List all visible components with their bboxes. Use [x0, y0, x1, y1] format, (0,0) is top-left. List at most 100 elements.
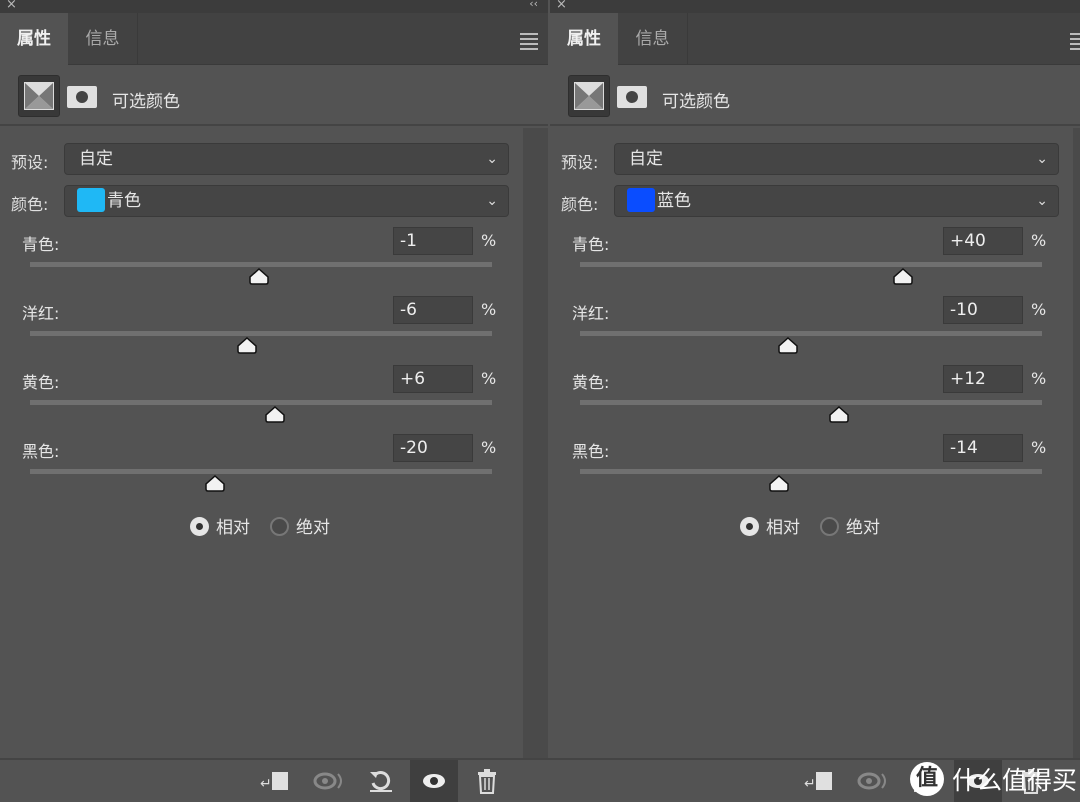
percent-unit: %: [1031, 300, 1047, 319]
color-label: 颜色:: [561, 195, 599, 214]
color-value: 蓝色: [657, 191, 691, 211]
color-dropdown[interactable]: 蓝色 ⌄: [614, 185, 1059, 217]
selective-color-adjustment-icon[interactable]: [568, 75, 610, 117]
radio-button[interactable]: [820, 517, 839, 536]
slider-track[interactable]: [580, 331, 1042, 336]
radio-button[interactable]: [190, 517, 209, 536]
slider-value-input[interactable]: -10: [943, 296, 1023, 324]
radio-button[interactable]: [270, 517, 289, 536]
properties-panel-right: × ‹‹ 属性 信息 可选颜色 预设: 自定 ⌄ 颜色: 蓝色 ⌄ 青色:: [550, 0, 1080, 760]
percent-unit: %: [1031, 438, 1047, 457]
scrollbar[interactable]: [1073, 128, 1080, 760]
slider-value-input[interactable]: -6: [393, 296, 473, 324]
svg-text:↵: ↵: [260, 776, 272, 792]
panel-menu-icon[interactable]: [1070, 33, 1080, 53]
slider-track[interactable]: [30, 469, 492, 474]
selective-color-adjustment-icon[interactable]: [18, 75, 60, 117]
slider-thumb[interactable]: [892, 267, 914, 285]
chevron-down-icon: ⌄: [1036, 151, 1048, 167]
percent-unit: %: [1031, 369, 1047, 388]
radio-label: 绝对: [296, 518, 330, 538]
close-icon[interactable]: ×: [556, 0, 567, 11]
slider-label: 青色:: [22, 235, 60, 254]
slider-track[interactable]: [30, 331, 492, 336]
panel-title-bar: × ‹‹: [550, 0, 1080, 13]
watermark-logo: 值: [910, 762, 944, 796]
slider-label: 黑色:: [572, 442, 610, 461]
slider-label: 洋红:: [572, 304, 610, 323]
slider-value-input[interactable]: -14: [943, 434, 1023, 462]
slider-track[interactable]: [30, 400, 492, 405]
adjustment-header: 可选颜色: [0, 66, 548, 126]
percent-unit: %: [481, 300, 497, 319]
tab-info[interactable]: 信息: [618, 13, 688, 65]
preset-label: 预设:: [11, 153, 49, 172]
slider-thumb[interactable]: [264, 405, 286, 423]
panel-tabs: 属性 信息: [0, 13, 548, 66]
percent-unit: %: [481, 438, 497, 457]
panel-menu-icon[interactable]: [520, 33, 538, 53]
clip-to-layer-icon[interactable]: ↵: [795, 760, 843, 802]
color-label: 颜色:: [11, 195, 49, 214]
chevron-down-icon: ⌄: [486, 193, 498, 209]
slider-thumb[interactable]: [828, 405, 850, 423]
slider-thumb[interactable]: [248, 267, 270, 285]
panel-title-bar: × ‹‹: [0, 0, 548, 13]
view-previous-state-icon[interactable]: [305, 760, 353, 802]
adjustment-header: 可选颜色: [550, 66, 1080, 126]
slider-value-input[interactable]: -1: [393, 227, 473, 255]
radio-relative[interactable]: 相对: [740, 517, 800, 539]
color-swatch: [627, 187, 655, 212]
tab-properties[interactable]: 属性: [550, 13, 618, 66]
radio-relative[interactable]: 相对: [190, 517, 250, 539]
slider-label: 青色:: [572, 235, 610, 254]
layer-mask-icon[interactable]: [617, 86, 647, 108]
preset-label: 预设:: [561, 153, 599, 172]
color-dropdown[interactable]: 青色 ⌄: [64, 185, 509, 217]
close-icon[interactable]: ×: [6, 0, 17, 11]
tab-properties[interactable]: 属性: [0, 13, 68, 66]
preset-dropdown[interactable]: 自定 ⌄: [614, 143, 1059, 175]
chevron-down-icon: ⌄: [1036, 193, 1048, 209]
view-previous-state-icon[interactable]: [849, 760, 897, 802]
slider-track[interactable]: [580, 262, 1042, 267]
panel-tabs: 属性 信息: [550, 13, 1080, 66]
slider-thumb[interactable]: [768, 474, 790, 492]
svg-text:↵: ↵: [804, 776, 816, 792]
collapse-icon[interactable]: ‹‹: [529, 0, 538, 10]
adjustment-title: 可选颜色: [662, 92, 730, 112]
reset-icon[interactable]: [357, 760, 405, 802]
slider-thumb[interactable]: [236, 336, 258, 354]
color-value: 青色: [107, 191, 141, 211]
preset-value: 自定: [629, 149, 663, 169]
scrollbar[interactable]: [523, 128, 548, 760]
chevron-down-icon: ⌄: [486, 151, 498, 167]
radio-button[interactable]: [740, 517, 759, 536]
percent-unit: %: [481, 369, 497, 388]
radio-absolute[interactable]: 绝对: [270, 517, 330, 539]
slider-track[interactable]: [30, 262, 492, 267]
slider-track[interactable]: [580, 400, 1042, 405]
watermark-text: 什么值得买: [952, 766, 1078, 795]
radio-absolute[interactable]: 绝对: [820, 517, 880, 539]
radio-label: 绝对: [846, 518, 880, 538]
slider-track[interactable]: [580, 469, 1042, 474]
slider-value-input[interactable]: +40: [943, 227, 1023, 255]
tab-info[interactable]: 信息: [68, 13, 138, 65]
slider-thumb[interactable]: [777, 336, 799, 354]
slider-label: 洋红:: [22, 304, 60, 323]
slider-value-input[interactable]: +6: [393, 365, 473, 393]
slider-value-input[interactable]: +12: [943, 365, 1023, 393]
color-swatch: [77, 187, 105, 212]
slider-label: 黄色:: [572, 373, 610, 392]
visibility-eye-icon[interactable]: [410, 760, 458, 802]
properties-panel-left: × ‹‹ 属性 信息 可选颜色 预设: 自定 ⌄ 颜色: 青色 ⌄ 青色: -1…: [0, 0, 548, 760]
clip-to-layer-icon[interactable]: ↵: [251, 760, 299, 802]
slider-thumb[interactable]: [204, 474, 226, 492]
preset-dropdown[interactable]: 自定 ⌄: [64, 143, 509, 175]
layer-mask-icon[interactable]: [67, 86, 97, 108]
trash-icon[interactable]: [463, 760, 511, 802]
watermark: 值什么值得买: [910, 759, 1077, 799]
percent-unit: %: [481, 231, 497, 250]
slider-value-input[interactable]: -20: [393, 434, 473, 462]
